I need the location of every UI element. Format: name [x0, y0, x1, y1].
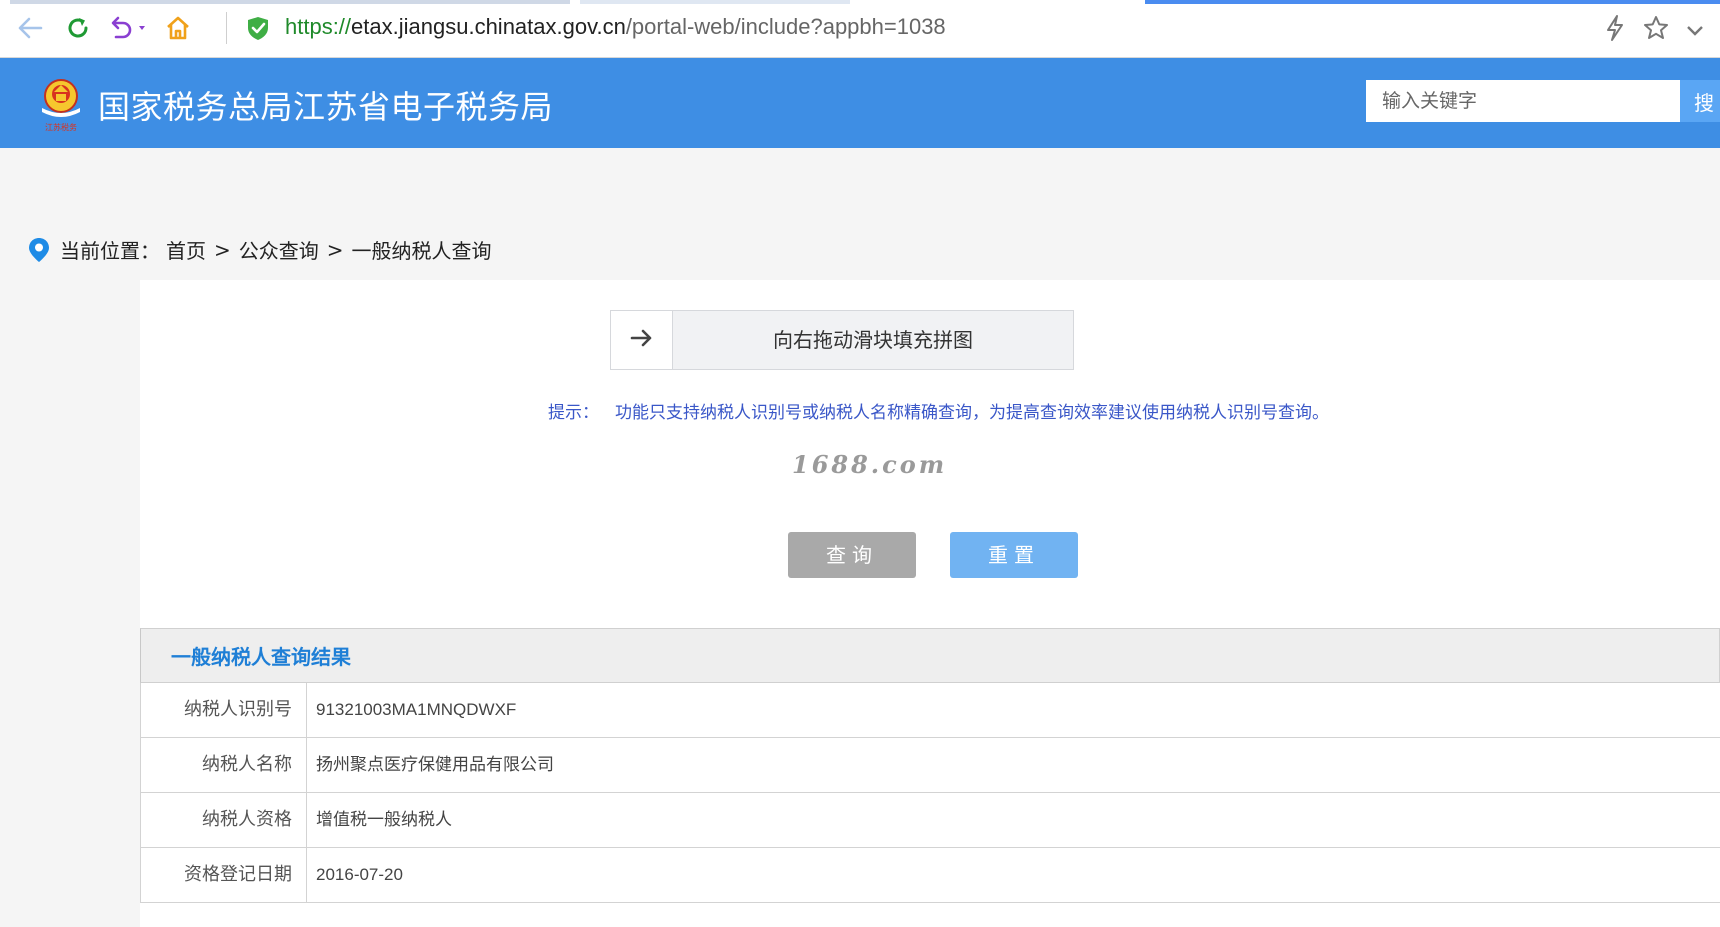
home-icon[interactable] — [162, 12, 194, 44]
slider-instruction: 向右拖动滑块填充拼图 — [773, 328, 973, 352]
toolbar-divider — [226, 12, 227, 44]
watermark: 1688.com — [792, 450, 948, 479]
breadcrumb-separator: > — [214, 237, 231, 262]
chevron-down-icon[interactable] — [1686, 22, 1704, 41]
tab-indicator[interactable] — [580, 0, 850, 4]
site-search-button[interactable]: 搜 — [1680, 80, 1720, 122]
star-icon[interactable] — [1642, 14, 1670, 46]
breadcrumb: 当前位置： 首页 > 公众查询 > 一般纳税人查询 — [28, 235, 492, 264]
active-tab-indicator[interactable] — [1145, 0, 1720, 4]
tab-indicator[interactable] — [10, 0, 570, 4]
hint-label: 提示： — [548, 403, 599, 423]
back-arrow-icon[interactable] — [14, 12, 46, 44]
undo-icon[interactable] — [108, 12, 152, 44]
query-hint: 提示： 功能只支持纳税人识别号或纳税人名称精确查询，为提高查询效率建议使用纳税人识… — [548, 398, 1329, 423]
slider-captcha[interactable]: 向右拖动滑块填充拼图 — [610, 310, 1074, 370]
site-header: 江苏税务 国家税务总局江苏省电子税务局 搜 — [0, 58, 1720, 148]
breadcrumb-label: 当前位置： — [60, 239, 160, 263]
table-row: 纳税人资格 增值税一般纳税人 — [140, 793, 1720, 848]
result-title: 一般纳税人查询结果 — [140, 628, 1720, 683]
breadcrumb-general-taxpayer-query[interactable]: 一般纳税人查询 — [352, 235, 492, 264]
row-label: 纳税人资格 — [141, 793, 307, 847]
tax-emblem-logo[interactable]: 江苏税务 — [36, 72, 86, 134]
url-path: /portal-web/include?appbh=1038 — [625, 14, 946, 39]
secure-shield-icon[interactable] — [246, 15, 270, 41]
breadcrumb-home[interactable]: 首页 — [166, 235, 206, 264]
row-label: 纳税人名称 — [141, 738, 307, 792]
arrow-right-icon — [630, 328, 654, 352]
location-pin-icon — [28, 237, 50, 263]
table-row: 纳税人识别号 91321003MA1MNQDWXF — [140, 683, 1720, 738]
breadcrumb-separator: > — [326, 237, 344, 262]
lightning-icon[interactable] — [1604, 14, 1626, 46]
url-scheme: https:// — [285, 14, 352, 39]
hint-text: 功能只支持纳税人识别号或纳税人名称精确查询，为提高查询效率建议使用纳税人识别号查… — [615, 403, 1329, 423]
site-title: 国家税务总局江苏省电子税务局 — [98, 88, 554, 126]
table-row: 纳税人名称 扬州聚点医疗保健用品有限公司 — [140, 738, 1720, 793]
result-table: 一般纳税人查询结果 纳税人识别号 91321003MA1MNQDWXF 纳税人名… — [140, 628, 1720, 903]
url-host: etax.jiangsu.chinatax.gov.cn — [351, 14, 626, 39]
breadcrumb-public-query[interactable]: 公众查询 — [239, 235, 319, 264]
site-search-input[interactable] — [1366, 80, 1680, 122]
row-value: 91321003MA1MNQDWXF — [316, 700, 517, 719]
row-value: 增值税一般纳税人 — [316, 810, 452, 830]
browser-toolbar: https://etax.jiangsu.chinatax.gov.cn/por… — [0, 0, 1720, 58]
tab-strip — [0, 0, 1720, 4]
svg-text:江苏税务: 江苏税务 — [45, 122, 77, 132]
row-value: 2016-07-20 — [316, 865, 403, 884]
query-button[interactable]: 查询 — [788, 532, 916, 578]
row-label: 纳税人识别号 — [141, 683, 307, 737]
reset-button[interactable]: 重置 — [950, 532, 1078, 578]
refresh-icon[interactable] — [62, 12, 94, 44]
query-panel: 向右拖动滑块填充拼图 提示： 功能只支持纳税人识别号或纳税人名称精确查询，为提高查… — [140, 280, 1720, 927]
slider-handle[interactable] — [611, 311, 673, 369]
row-label: 资格登记日期 — [141, 848, 307, 902]
table-row: 资格登记日期 2016-07-20 — [140, 848, 1720, 903]
address-bar[interactable]: https://etax.jiangsu.chinatax.gov.cn/por… — [285, 14, 946, 40]
row-value: 扬州聚点医疗保健用品有限公司 — [316, 755, 554, 775]
